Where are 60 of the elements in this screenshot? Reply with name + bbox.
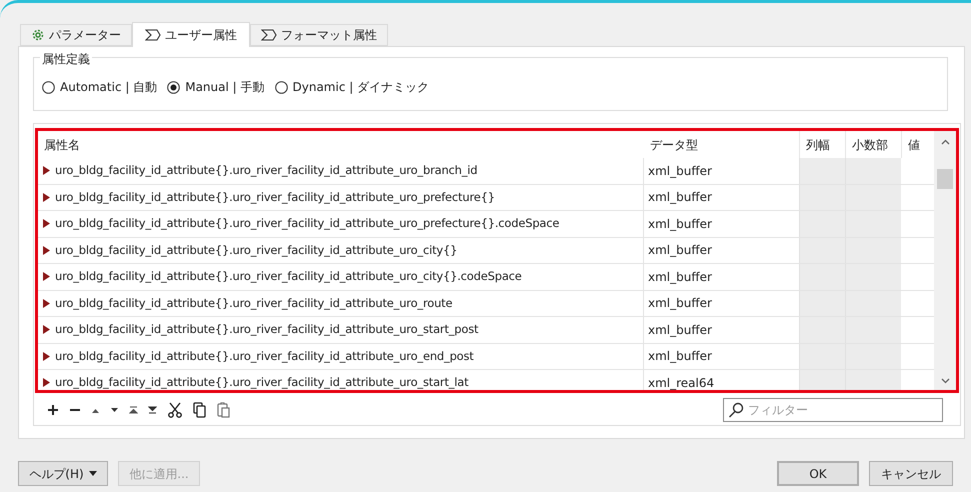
filter-field[interactable]: フィルター: [723, 398, 943, 422]
table-cell-text: xml_buffer: [648, 189, 712, 206]
gear-icon: [31, 28, 45, 42]
table-cell: uro_bldg_facility_id_attribute{}.uro_river_facility_id_attribute_uro_end_post: [55, 348, 474, 365]
radio-button[interactable]: [274, 80, 288, 94]
expand-arrow-icon[interactable]: [43, 352, 50, 361]
table-cell: uro_bldg_facility_id_attribute{}.uro_river_facility_id_attribute_uro_route: [55, 294, 452, 312]
expand-arrow-icon[interactable]: [43, 378, 50, 388]
search-icon: [728, 402, 744, 418]
table-cell: uro_bldg_facility_id_attribute{}.uro_river_facility_id_attribute_uro_city{}.codeSpace: [55, 268, 522, 286]
radio-option[interactable]: Dynamic | ダイナミック: [274, 78, 430, 96]
dropdown-caret-icon: [88, 471, 97, 476]
column-header[interactable]: データ型: [650, 136, 698, 154]
table-cell: uro_bldg_facility_id_attribute{}.uro_river_facility_id_attribute_uro_prefecture{}: [55, 188, 495, 206]
table-cell: uro_bldg_facility_id_attribute{}.uro_river_facility_id_attribute_uro_branch_id: [55, 162, 478, 180]
radio-button[interactable]: [167, 80, 180, 94]
ok-button[interactable]: OK: [777, 461, 859, 486]
table-cell-text: xml_buffer: [648, 322, 712, 339]
paste-icon[interactable]: [217, 402, 231, 418]
column-header[interactable]: 小数部: [852, 136, 888, 154]
table-cell: uro_bldg_facility_id_attribute{}.uro_river_facility_id_attribute_uro_start_lat: [55, 374, 468, 390]
group-title: 属性定義: [40, 50, 92, 68]
table-cell-text: xml_buffer: [648, 242, 712, 260]
radio-button[interactable]: [42, 80, 55, 94]
table-cell: uro_bldg_facility_id_attribute{}.uro_river_facility_id_attribute_uro_city{}: [55, 242, 458, 259]
move-down-icon[interactable]: [110, 406, 119, 414]
table-cell-text: xml_buffer: [648, 216, 712, 233]
tab[interactable]: フォーマット属性: [250, 24, 388, 46]
table-cell-text: xml_buffer: [648, 162, 712, 180]
scroll-down-icon[interactable]: [940, 378, 950, 384]
expand-arrow-icon[interactable]: [43, 325, 50, 334]
expand-arrow-icon[interactable]: [43, 272, 50, 282]
table-cell-text: xml_buffer: [648, 348, 712, 366]
scroll-up-icon[interactable]: [940, 139, 950, 145]
table-cell-text: xml_real64: [648, 374, 714, 390]
column-header[interactable]: 属性名: [44, 136, 80, 154]
help-button[interactable]: ヘルプ(H): [18, 461, 108, 486]
scissors-icon[interactable]: [167, 402, 183, 418]
scroll-thumb[interactable]: [937, 169, 953, 189]
copy-icon[interactable]: [193, 402, 207, 418]
table-cell: uro_bldg_facility_id_attribute{}.uro_river_facility_id_attribute_uro_prefecture{}.codeSpace: [55, 215, 560, 232]
table-cell-text: xml_buffer: [648, 268, 712, 286]
table-cell: uro_bldg_facility_id_attribute{}.uro_river_facility_id_attribute_uro_start_post: [55, 321, 478, 338]
column-header[interactable]: 値: [908, 136, 920, 154]
expand-arrow-icon[interactable]: [43, 219, 50, 228]
move-bottom-icon[interactable]: [148, 406, 157, 414]
radio-option[interactable]: Automatic | 自動: [42, 78, 158, 96]
tab[interactable]: パラメーター: [20, 24, 132, 46]
expand-arrow-icon[interactable]: [43, 192, 50, 202]
expand-arrow-icon[interactable]: [43, 166, 50, 176]
expand-arrow-icon[interactable]: [43, 246, 50, 255]
table-cell-text: xml_buffer: [648, 295, 712, 312]
move-top-icon[interactable]: [129, 406, 138, 414]
add-icon[interactable]: [47, 404, 59, 416]
expand-arrow-icon[interactable]: [43, 298, 50, 308]
radio-option[interactable]: Manual | 手動: [167, 78, 264, 96]
tab[interactable]: ユーザー属性: [132, 22, 250, 47]
scrollbar[interactable]: [934, 131, 956, 390]
cancel-button[interactable]: キャンセル: [869, 461, 953, 486]
column-header[interactable]: 列幅: [806, 136, 830, 154]
